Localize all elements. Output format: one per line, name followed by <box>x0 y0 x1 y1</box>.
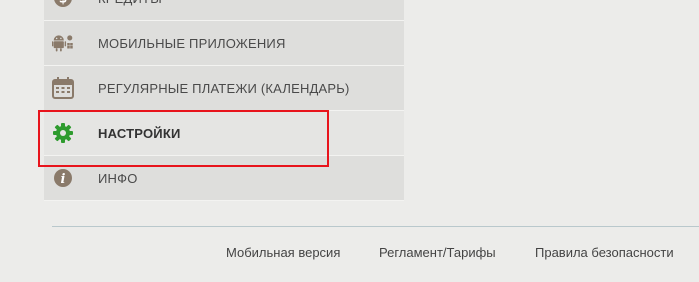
menu-item-label: НАСТРОЙКИ <box>98 126 181 141</box>
menu-item-label: МОБИЛЬНЫЕ ПРИЛОЖЕНИЯ <box>98 36 286 51</box>
footer-link-mobile-version[interactable]: Мобильная версия <box>226 245 340 260</box>
menu-item-label: ИНФО <box>98 171 138 186</box>
gear-icon <box>52 122 74 144</box>
menu-item-label: КРЕДИТЫ <box>98 0 162 21</box>
footer-link-security-rules[interactable]: Правила безопасности <box>535 245 674 260</box>
menu-item-label: РЕГУЛЯРНЫЕ ПЛАТЕЖИ (КАЛЕНДАРЬ) <box>98 81 350 96</box>
svg-text:i: i <box>61 172 66 187</box>
menu-item-credits[interactable]: $ КРЕДИТЫ <box>44 0 404 21</box>
coin-dollar-icon: $ <box>52 0 74 9</box>
menu-item-settings[interactable]: НАСТРОЙКИ <box>44 111 404 156</box>
side-menu: $ КРЕДИТЫ <box>44 0 404 201</box>
mobile-platforms-icon <box>52 32 74 54</box>
menu-item-regular-payments[interactable]: РЕГУЛЯРНЫЕ ПЛАТЕЖИ (КАЛЕНДАРЬ) <box>44 66 404 111</box>
page: $ КРЕДИТЫ <box>0 0 699 282</box>
svg-text:$: $ <box>59 0 67 6</box>
menu-item-info[interactable]: i ИНФО <box>44 156 404 201</box>
footer-link-tariffs[interactable]: Регламент/Тарифы <box>379 245 496 260</box>
calendar-icon <box>52 77 74 99</box>
footer-divider <box>52 226 699 227</box>
info-icon: i <box>52 167 74 189</box>
menu-item-mobile-apps[interactable]: МОБИЛЬНЫЕ ПРИЛОЖЕНИЯ <box>44 21 404 66</box>
